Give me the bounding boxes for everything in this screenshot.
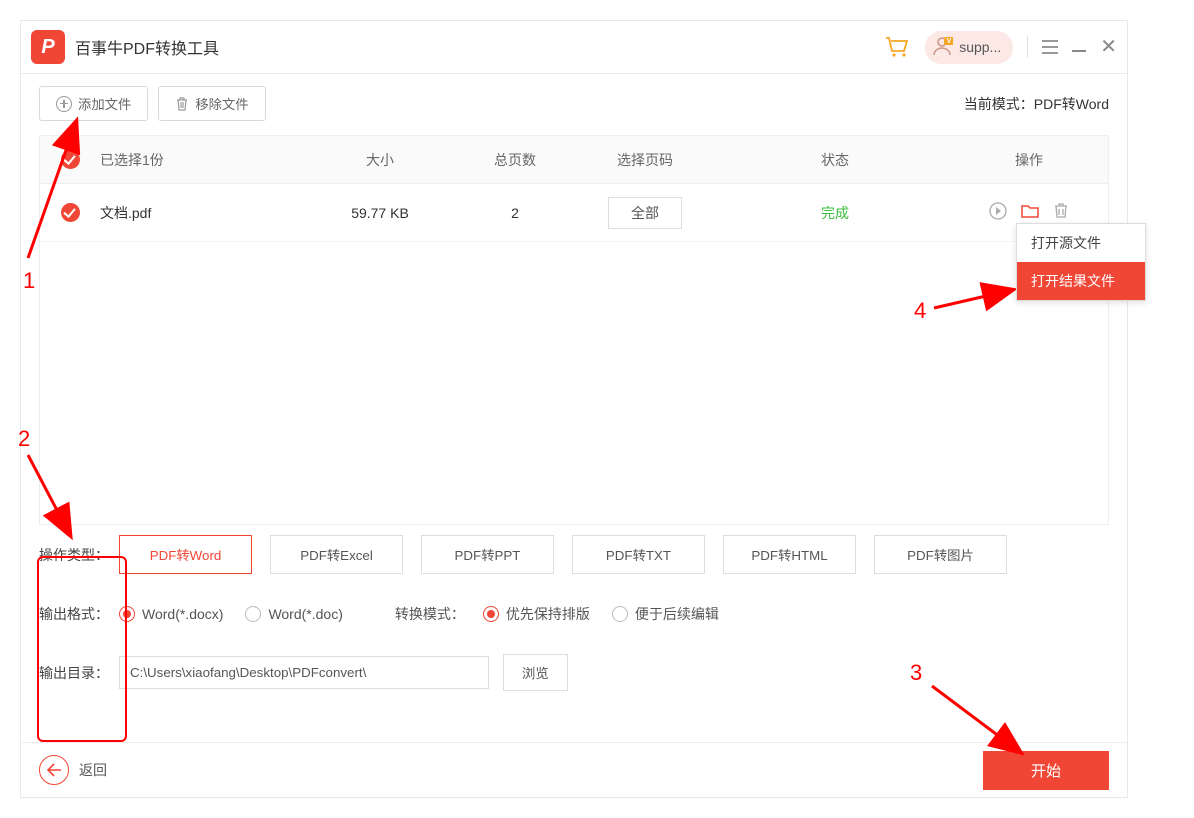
app-window: P 百事牛PDF转换工具 V supp... ✕ 添加文件 移除文件: [20, 20, 1128, 798]
start-button[interactable]: 开始: [983, 751, 1109, 790]
app-title: 百事牛PDF转换工具: [75, 35, 219, 59]
back-button[interactable]: 返回: [39, 755, 107, 785]
app-logo-icon: P: [31, 30, 65, 64]
header-ops: 操作: [950, 150, 1108, 170]
mode-value: PDF转Word: [1034, 96, 1109, 112]
check-icon: [61, 150, 80, 169]
mode-prefix: 当前模式：: [964, 96, 1034, 112]
type-pdf-to-excel[interactable]: PDF转Excel: [270, 535, 403, 574]
check-icon: [61, 203, 80, 222]
titlebar: P 百事牛PDF转换工具 V supp... ✕: [21, 21, 1127, 74]
operation-type-row: 操作类型： PDF转Word PDF转Excel PDF转PPT PDF转TXT…: [39, 535, 1109, 574]
table-header: 已选择1份 大小 总页数 选择页码 状态 操作: [40, 136, 1108, 184]
svg-text:V: V: [947, 38, 952, 45]
header-select-pages: 选择页码: [570, 150, 720, 170]
back-label: 返回: [79, 760, 107, 780]
row-filename: 文档.pdf: [100, 203, 300, 223]
footer: 返回 开始: [21, 742, 1127, 797]
options-panel: 操作类型： PDF转Word PDF转Excel PDF转PPT PDF转TXT…: [39, 535, 1109, 691]
folder-context-menu: 打开源文件 打开结果文件: [1016, 223, 1146, 301]
remove-file-label: 移除文件: [195, 94, 248, 113]
user-icon: V: [931, 35, 953, 60]
add-file-button[interactable]: 添加文件: [39, 86, 148, 121]
user-name: supp...: [959, 39, 1001, 55]
row-ops: [950, 202, 1108, 223]
back-arrow-icon: [39, 755, 69, 785]
minimize-button[interactable]: [1072, 39, 1086, 55]
annotation-box: [37, 556, 127, 742]
row-check[interactable]: [40, 203, 100, 222]
type-pdf-to-word[interactable]: PDF转Word: [119, 535, 252, 574]
convert-mode-label: 转换模式：: [395, 604, 465, 624]
output-dir-row: 输出目录： 浏览: [39, 654, 1109, 691]
cart-icon[interactable]: [883, 35, 911, 59]
browse-button[interactable]: 浏览: [503, 654, 568, 691]
delete-icon[interactable]: [1053, 203, 1069, 222]
type-pdf-to-ppt[interactable]: PDF转PPT: [421, 535, 554, 574]
format-doc-radio[interactable]: Word(*.doc): [245, 606, 342, 622]
user-account-button[interactable]: V supp...: [925, 31, 1013, 64]
row-status: 完成: [720, 203, 950, 223]
trash-icon: [175, 97, 189, 111]
add-file-label: 添加文件: [78, 94, 131, 113]
header-name: 已选择1份: [100, 150, 300, 170]
open-result-file-item[interactable]: 打开结果文件: [1017, 262, 1145, 300]
type-pdf-to-image[interactable]: PDF转图片: [874, 535, 1007, 574]
type-pdf-to-txt[interactable]: PDF转TXT: [572, 535, 705, 574]
format-docx-radio[interactable]: Word(*.docx): [119, 606, 223, 622]
type-pdf-to-html[interactable]: PDF转HTML: [723, 535, 856, 574]
menu-icon[interactable]: [1042, 40, 1058, 54]
remove-file-button[interactable]: 移除文件: [158, 86, 265, 121]
table-row: 文档.pdf 59.77 KB 2 全部 完成: [40, 184, 1108, 242]
header-status: 状态: [720, 150, 950, 170]
plus-icon: [56, 96, 72, 112]
row-select-pages: 全部: [570, 197, 720, 229]
folder-icon[interactable]: [1021, 203, 1039, 222]
mode-layout-radio[interactable]: 优先保持排版: [483, 604, 590, 624]
close-button[interactable]: ✕: [1100, 37, 1117, 57]
output-format-row: 输出格式： Word(*.docx) Word(*.doc) 转换模式： 优先保…: [39, 604, 1109, 624]
divider: [1027, 36, 1028, 58]
play-icon[interactable]: [989, 202, 1007, 223]
header-size: 大小: [300, 150, 460, 170]
open-source-file-item[interactable]: 打开源文件: [1017, 224, 1145, 262]
row-pages: 2: [460, 205, 570, 221]
current-mode: 当前模式：PDF转Word: [964, 94, 1109, 114]
header-check[interactable]: [40, 150, 100, 169]
header-pages: 总页数: [460, 150, 570, 170]
titlebar-right: V supp... ✕: [883, 31, 1117, 64]
output-dir-input[interactable]: [119, 656, 489, 689]
toolbar: 添加文件 移除文件 当前模式：PDF转Word: [21, 74, 1127, 121]
row-size: 59.77 KB: [300, 205, 460, 221]
file-table: 已选择1份 大小 总页数 选择页码 状态 操作 文档.pdf 59.77 KB …: [39, 135, 1109, 525]
select-pages-button[interactable]: 全部: [608, 197, 682, 229]
mode-edit-radio[interactable]: 便于后续编辑: [612, 604, 719, 624]
